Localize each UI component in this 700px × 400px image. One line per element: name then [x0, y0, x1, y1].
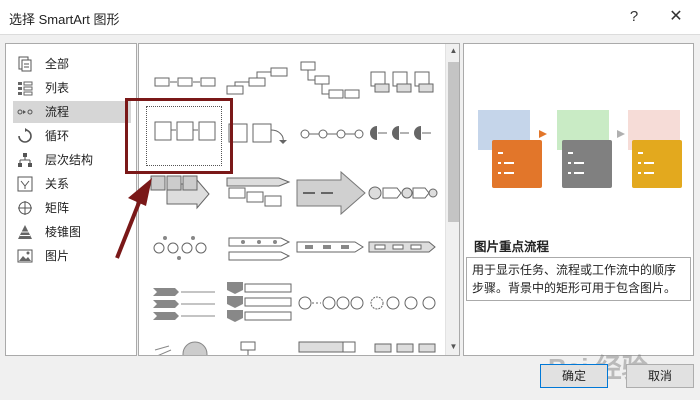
layout-thumbnail[interactable] [367, 280, 439, 326]
ok-button[interactable]: 确定 [540, 364, 608, 388]
category-label: 流程 [45, 105, 70, 119]
preview-panel: 图片重点流程 用于显示任务、流程或工作流中的顺序步骤。背景中的矩形可用于包含图片… [463, 43, 694, 356]
preview-title: 图片重点流程 [474, 240, 550, 254]
category-all[interactable]: 全部 [13, 53, 131, 75]
help-button[interactable]: ? [620, 6, 648, 28]
layout-thumbnail[interactable] [223, 170, 295, 216]
layout-thumbnail[interactable] [367, 170, 439, 216]
layout-thumbnail[interactable] [149, 340, 221, 356]
category-label: 棱锥图 [45, 225, 82, 239]
preview-description: 用于显示任务、流程或工作流中的顺序步骤。背景中的矩形可用于包含图片。 [466, 257, 691, 301]
highlight-box [125, 98, 233, 174]
cycle-icon [18, 128, 32, 143]
category-list-item[interactable]: 列表 [13, 77, 131, 99]
category-label: 图片 [45, 249, 70, 263]
cancel-button[interactable]: 取消 [626, 364, 694, 388]
layout-thumbnail[interactable] [295, 110, 367, 156]
close-button[interactable]: ✕ [662, 6, 690, 28]
scroll-down-icon[interactable]: ▼ [449, 342, 458, 351]
category-pyramid[interactable]: 棱锥图 [13, 221, 131, 243]
matrix-icon [18, 201, 32, 215]
layout-thumbnail[interactable] [223, 110, 295, 156]
layout-thumbnail[interactable] [295, 340, 367, 356]
scroll-up-icon[interactable]: ▲ [449, 46, 458, 55]
layout-thumbnail[interactable] [149, 224, 221, 270]
category-label: 层次结构 [45, 153, 94, 167]
dialog-title: 选择 SmartArt 图形 [9, 12, 120, 27]
layout-thumbnail[interactable] [223, 340, 295, 356]
layout-thumbnail[interactable] [295, 170, 367, 216]
layout-gallery: ▲ ▼ [138, 43, 460, 356]
layout-thumbnail[interactable] [367, 58, 439, 104]
category-label: 列表 [45, 81, 70, 95]
category-label: 循环 [45, 129, 70, 143]
process-icon [17, 109, 33, 115]
category-matrix[interactable]: 矩阵 [13, 197, 131, 219]
layout-thumbnail[interactable] [149, 170, 221, 216]
layout-thumbnail[interactable] [295, 224, 367, 270]
category-label: 关系 [45, 177, 70, 191]
category-hierarchy[interactable]: 层次结构 [13, 149, 131, 171]
category-list: 全部 列表 流程 循环 层次结构 关系 矩阵 棱锥图 图片 [5, 43, 137, 356]
category-relationship[interactable]: 关系 [13, 173, 131, 195]
category-picture[interactable]: 图片 [13, 245, 131, 267]
all-icon [18, 56, 32, 72]
layout-preview-image [478, 110, 682, 188]
title-bar: 选择 SmartArt 图形 ? ✕ [0, 0, 700, 35]
layout-thumbnail[interactable] [367, 224, 439, 270]
category-label: 全部 [45, 57, 70, 71]
gallery-scrollbar[interactable]: ▲ ▼ [445, 44, 459, 355]
layout-thumbnail[interactable] [295, 280, 367, 326]
category-cycle[interactable]: 循环 [13, 125, 131, 147]
picture-icon [17, 249, 33, 263]
relationship-icon [17, 176, 33, 192]
layout-thumbnail[interactable] [367, 340, 439, 356]
layout-thumbnail[interactable] [223, 280, 295, 326]
layout-thumbnail[interactable] [223, 224, 295, 270]
category-process[interactable]: 流程 [13, 101, 131, 123]
layout-thumbnail[interactable] [223, 58, 295, 104]
category-label: 矩阵 [45, 201, 70, 215]
layout-thumbnail[interactable] [367, 110, 439, 156]
pyramid-icon [18, 225, 32, 239]
list-icon [18, 81, 33, 96]
hierarchy-icon [18, 153, 32, 167]
layout-thumbnail[interactable] [295, 58, 367, 104]
scrollbar-thumb[interactable] [448, 62, 459, 222]
layout-thumbnail[interactable] [149, 280, 221, 326]
